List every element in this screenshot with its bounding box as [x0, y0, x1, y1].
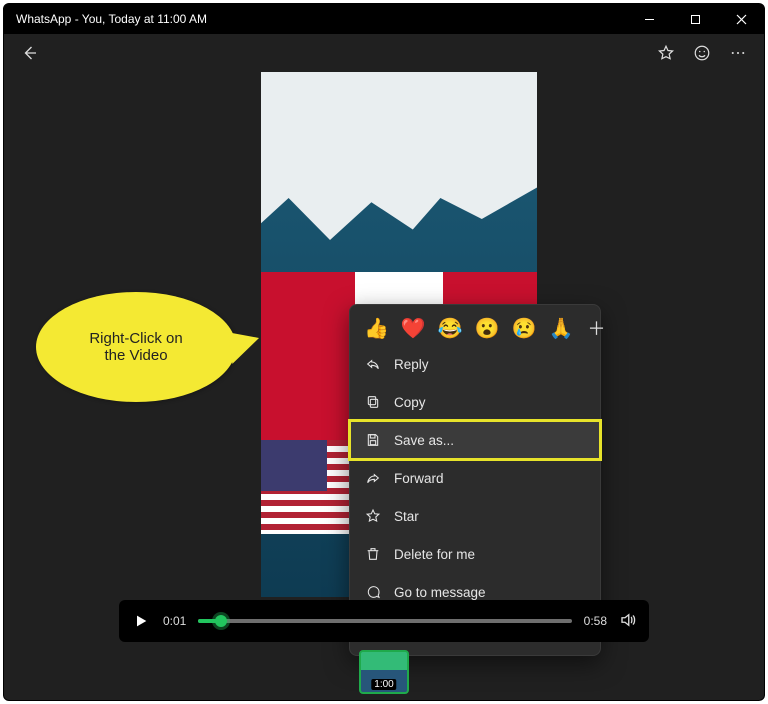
close-button[interactable]: [718, 4, 764, 34]
star-button[interactable]: [648, 37, 684, 69]
video-player-bar: 0:01 0:58: [119, 600, 649, 642]
menu-label: Forward: [394, 471, 444, 486]
minimize-button[interactable]: [626, 4, 672, 34]
back-button[interactable]: [12, 37, 48, 69]
thumbnail-strip: 1:00: [4, 650, 764, 694]
menu-item-forward[interactable]: Forward: [350, 459, 600, 497]
menu-label: Copy: [394, 395, 426, 410]
reaction-wow[interactable]: 😮: [475, 316, 500, 341]
menu-item-copy[interactable]: Copy: [350, 383, 600, 421]
window-title: WhatsApp - You, Today at 11:00 AM: [16, 12, 207, 26]
video-thumbnail[interactable]: 1:00: [359, 650, 409, 694]
thumbnail-duration: 1:00: [371, 679, 396, 690]
menu-item-star[interactable]: Star: [350, 497, 600, 535]
reaction-laugh[interactable]: 😂: [438, 316, 463, 341]
menu-item-save-as[interactable]: Save as...: [350, 421, 600, 459]
message-icon: [364, 583, 382, 601]
menu-label: Save as...: [394, 433, 454, 448]
menu-label: Delete for me: [394, 547, 475, 562]
menu-item-reply[interactable]: Reply: [350, 345, 600, 383]
reaction-add-icon[interactable]: ＋: [587, 315, 605, 341]
volume-button[interactable]: [619, 611, 637, 632]
titlebar: WhatsApp - You, Today at 11:00 AM: [4, 4, 764, 34]
toolbar: [4, 34, 764, 72]
more-button[interactable]: [720, 37, 756, 69]
elapsed-time: 0:01: [163, 614, 186, 628]
seek-track[interactable]: [198, 619, 571, 623]
app-window: WhatsApp - You, Today at 11:00 AM: [3, 3, 765, 701]
callout-line2: the Video: [89, 347, 182, 364]
reaction-heart[interactable]: ❤️: [401, 316, 426, 341]
seek-thumb[interactable]: [215, 615, 227, 627]
copy-icon: [364, 393, 382, 411]
trash-icon: [364, 545, 382, 563]
reaction-thumbs-up[interactable]: 👍: [364, 316, 389, 341]
play-button[interactable]: [131, 611, 151, 631]
reaction-pray[interactable]: 🙏: [549, 316, 574, 341]
menu-label: Go to message: [394, 585, 486, 600]
menu-label: Star: [394, 509, 419, 524]
emoji-button[interactable]: [684, 37, 720, 69]
maximize-button[interactable]: [672, 4, 718, 34]
reply-icon: [364, 355, 382, 373]
viewer-content: that m Right-Click on the Video 👍 ❤️ 😂 😮…: [4, 72, 764, 602]
reaction-sad[interactable]: 😢: [512, 316, 537, 341]
save-icon: [364, 431, 382, 449]
total-time: 0:58: [584, 614, 607, 628]
star-icon: [364, 507, 382, 525]
annotation-callout: Right-Click on the Video: [36, 292, 236, 402]
callout-line1: Right-Click on: [89, 330, 182, 347]
menu-item-delete[interactable]: Delete for me: [350, 535, 600, 573]
forward-icon: [364, 469, 382, 487]
reaction-row: 👍 ❤️ 😂 😮 😢 🙏 ＋: [350, 305, 600, 345]
menu-label: Reply: [394, 357, 429, 372]
